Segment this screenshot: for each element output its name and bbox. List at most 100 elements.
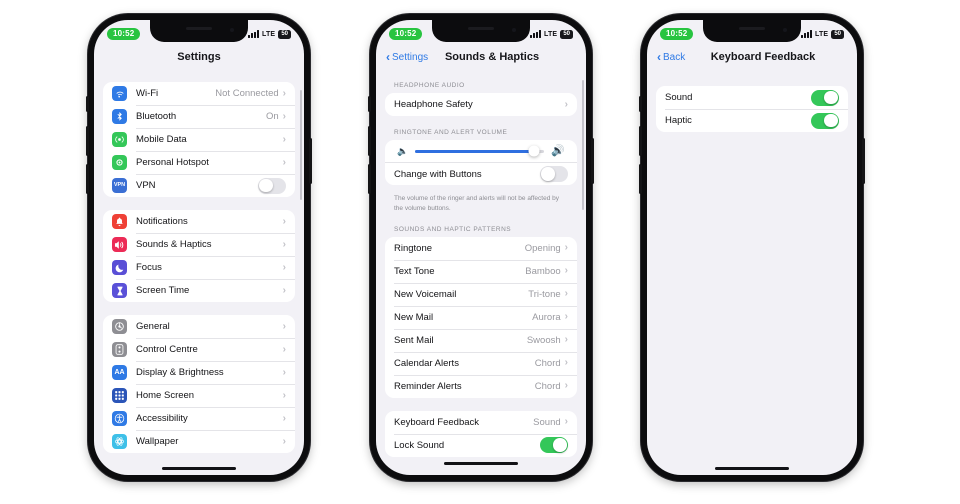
keyboard-feedback-scroll-area[interactable]: Sound Haptic xyxy=(647,70,857,475)
phone-screen-settings: 10:52 LTE 50 Settings Wi-Fi Not Connecte… xyxy=(94,20,304,475)
chevron-right-icon: › xyxy=(564,242,568,253)
sidebar-item-sounds-haptics[interactable]: Sounds & Haptics › xyxy=(103,233,295,256)
home-indicator[interactable] xyxy=(715,466,789,470)
volume-down-button[interactable] xyxy=(639,164,642,194)
settings-group-system: General › Control Centre › AA Display & … xyxy=(103,315,295,453)
power-button[interactable] xyxy=(862,138,865,184)
row-change-with-buttons[interactable]: Change with Buttons xyxy=(385,162,577,185)
cellular-bars-icon xyxy=(530,30,541,38)
sidebar-item-wifi[interactable]: Wi-Fi Not Connected › xyxy=(103,82,295,105)
speaker-icon xyxy=(112,237,127,252)
sidebar-item-control-centre[interactable]: Control Centre › xyxy=(103,338,295,361)
sidebar-item-mobile-data[interactable]: Mobile Data › xyxy=(103,128,295,151)
row-new-voicemail[interactable]: New Voicemail Tri-tone › xyxy=(385,282,577,306)
mute-switch[interactable] xyxy=(86,96,89,112)
row-label: Screen Time xyxy=(136,285,190,296)
earpiece-speaker-icon xyxy=(468,27,494,30)
chevron-right-icon: › xyxy=(282,389,286,401)
volume-slider-row[interactable]: 🔈 🔊 xyxy=(385,140,577,162)
row-label: Wallpaper xyxy=(136,436,179,447)
chevron-right-icon: › xyxy=(564,416,568,427)
row-value: Sound xyxy=(533,416,561,428)
settings-scroll-area[interactable]: Wi-Fi Not Connected › Bluetooth On › Mob… xyxy=(94,70,304,475)
sidebar-item-home-screen[interactable]: Home Screen › xyxy=(103,384,295,407)
nav-bar-keyboard-feedback: ‹ Back Keyboard Feedback xyxy=(647,44,857,70)
power-button[interactable] xyxy=(591,138,594,184)
chevron-left-icon: ‹ xyxy=(657,50,661,64)
gear-icon xyxy=(112,319,127,334)
row-label: Wi-Fi xyxy=(136,88,159,99)
volume-up-button[interactable] xyxy=(86,126,89,156)
row-label: Sent Mail xyxy=(394,334,434,346)
mute-switch[interactable] xyxy=(368,96,371,112)
sidebar-item-focus[interactable]: Focus › xyxy=(103,256,295,279)
sidebar-item-vpn[interactable]: VPN VPN xyxy=(103,174,295,197)
sounds-scroll-area[interactable]: HEADPHONE AUDIO Headphone Safety › RINGT… xyxy=(376,70,586,475)
page-title: Keyboard Feedback xyxy=(710,51,816,63)
sidebar-item-screen-time[interactable]: Screen Time › xyxy=(103,279,295,302)
group-keyboard-feedback: Keyboard Feedback Sound › Lock Sound xyxy=(385,410,577,457)
chevron-right-icon: › xyxy=(282,133,286,145)
section-header-headphone-audio: HEADPHONE AUDIO xyxy=(394,82,465,89)
row-ringtone[interactable]: Ringtone Opening › xyxy=(385,237,577,260)
sound-toggle[interactable] xyxy=(811,89,839,106)
front-camera-icon xyxy=(783,28,787,32)
row-lock-sound[interactable]: Lock Sound xyxy=(385,433,577,457)
row-headphone-safety[interactable]: Headphone Safety › xyxy=(385,93,577,116)
sidebar-item-bluetooth[interactable]: Bluetooth On › xyxy=(103,105,295,128)
row-calendar-alerts[interactable]: Calendar Alerts Chord › xyxy=(385,351,577,375)
sidebar-item-wallpaper[interactable]: Wallpaper › xyxy=(103,430,295,453)
home-indicator[interactable] xyxy=(162,466,236,470)
row-label: Control Centre xyxy=(136,344,198,355)
row-sent-mail[interactable]: Sent Mail Swoosh › xyxy=(385,328,577,352)
network-type-label: LTE xyxy=(815,30,829,38)
row-keyboard-feedback[interactable]: Keyboard Feedback Sound › xyxy=(385,411,577,434)
change-with-buttons-toggle[interactable] xyxy=(540,166,568,182)
scroll-indicator[interactable] xyxy=(300,90,302,200)
bluetooth-icon xyxy=(112,109,127,124)
nav-bar-settings: Settings xyxy=(94,44,304,70)
row-label: Haptic xyxy=(665,115,692,126)
status-time-pill: 10:52 xyxy=(389,28,423,40)
sidebar-item-general[interactable]: General › xyxy=(103,315,295,338)
sidebar-item-display-brightness[interactable]: AA Display & Brightness › xyxy=(103,361,295,384)
sidebar-item-accessibility[interactable]: Accessibility › xyxy=(103,407,295,430)
battery-icon: 50 xyxy=(560,29,573,39)
section-header-ringtone-volume: RINGTONE AND ALERT VOLUME xyxy=(394,129,508,136)
row-reminder-alerts[interactable]: Reminder Alerts Chord › xyxy=(385,374,577,398)
speaker-low-icon: 🔈 xyxy=(397,145,409,156)
wifi-icon xyxy=(112,86,127,101)
earpiece-speaker-icon xyxy=(186,27,212,30)
power-button[interactable] xyxy=(309,138,312,184)
lock-sound-toggle[interactable] xyxy=(540,437,568,453)
vpn-toggle[interactable] xyxy=(258,177,286,194)
row-new-mail[interactable]: New Mail Aurora › xyxy=(385,305,577,329)
front-camera-icon xyxy=(512,28,516,32)
volume-up-button[interactable] xyxy=(368,126,371,156)
chevron-right-icon: › xyxy=(282,215,286,227)
row-value: On xyxy=(265,111,279,122)
volume-up-button[interactable] xyxy=(639,126,642,156)
row-text-tone[interactable]: Text Tone Bamboo › xyxy=(385,259,577,283)
row-haptic[interactable]: Haptic xyxy=(656,109,848,132)
row-label: Focus xyxy=(136,262,162,273)
volume-slider[interactable] xyxy=(415,145,545,157)
row-label: Lock Sound xyxy=(394,439,445,451)
volume-down-button[interactable] xyxy=(86,164,89,194)
haptic-toggle[interactable] xyxy=(811,112,839,129)
aa-icon: AA xyxy=(112,365,127,380)
chevron-right-icon: › xyxy=(564,288,568,299)
scroll-indicator[interactable] xyxy=(582,80,584,210)
earpiece-speaker-icon xyxy=(739,27,765,30)
row-sound[interactable]: Sound xyxy=(656,86,848,109)
back-button[interactable]: ‹ Back xyxy=(657,51,685,63)
phone-screen-keyboard-feedback: 10:52 LTE 50 ‹ Back Keyboard Feedback So… xyxy=(647,20,857,475)
back-button-settings[interactable]: ‹ Settings xyxy=(386,51,428,63)
sidebar-item-personal-hotspot[interactable]: Personal Hotspot › xyxy=(103,151,295,174)
accessibility-icon xyxy=(112,411,127,426)
volume-down-button[interactable] xyxy=(368,164,371,194)
iphone-device-settings: 10:52 LTE 50 Settings Wi-Fi Not Connecte… xyxy=(86,14,312,481)
sidebar-item-notifications[interactable]: Notifications › xyxy=(103,210,295,233)
mute-switch[interactable] xyxy=(639,96,642,112)
home-indicator[interactable] xyxy=(444,461,518,465)
